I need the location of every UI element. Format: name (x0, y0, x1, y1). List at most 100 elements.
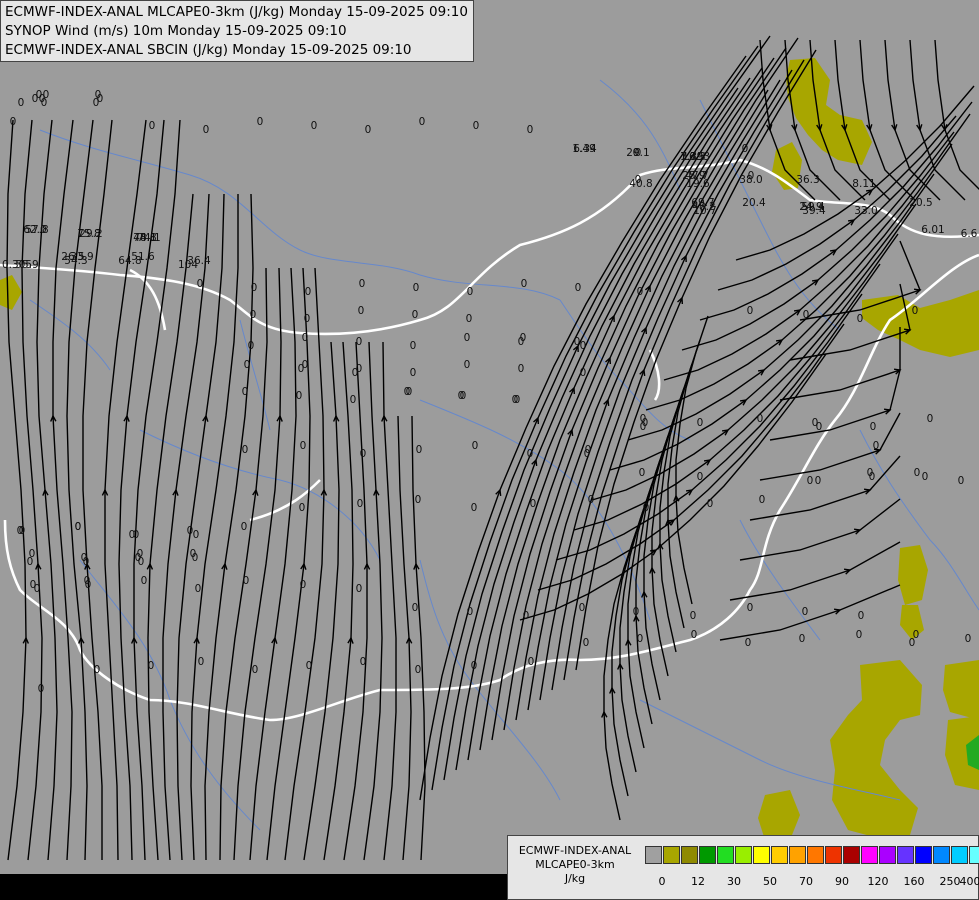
value-label: 0 (413, 282, 420, 294)
value-label: 0 (75, 521, 82, 533)
value-label: 0 (530, 498, 537, 510)
value-label: 0 (18, 97, 25, 109)
value-label: 0 (909, 637, 916, 649)
legend-swatch (879, 846, 896, 864)
legend-swatch (951, 846, 968, 864)
value-label: 0 (816, 421, 823, 433)
legend-tick: 400 (959, 875, 979, 888)
value-label: 0 (242, 444, 249, 456)
title-line-cape: ECMWF-INDEX-ANAL MLCAPE0-3km (J/kg) Mond… (5, 4, 468, 20)
legend-swatch (663, 846, 680, 864)
value-label: 0 (243, 575, 250, 587)
value-label: 0 (857, 313, 864, 325)
value-label: 0 (807, 475, 814, 487)
value-label: 0 (83, 556, 90, 568)
value-label: 0 (527, 448, 534, 460)
value-label: 0 (747, 602, 754, 614)
legend-swatch (735, 846, 752, 864)
value-label: 0 (471, 660, 478, 672)
value-label: 0 (198, 656, 205, 668)
value-label: 0 (803, 309, 810, 321)
value-label: 0 (912, 305, 919, 317)
value-label: 0 (584, 448, 591, 460)
value-label: 0 (244, 359, 251, 371)
value-label: 0 (250, 309, 257, 321)
value-label: 0 (745, 637, 752, 649)
value-label: 0 (410, 367, 417, 379)
value-label: 0 (141, 575, 148, 587)
value-label: 19.6 (686, 178, 710, 190)
value-label: 0 (639, 467, 646, 479)
value-label: 0 (300, 579, 307, 591)
value-label: 0 (356, 583, 363, 595)
legend-tick: 90 (835, 875, 849, 888)
legend-swatch (897, 846, 914, 864)
value-label: 0 (419, 116, 426, 128)
legend-swatch (861, 846, 878, 864)
value-label: 0.305 (2, 259, 32, 271)
value-label: 0 (575, 282, 582, 294)
value-label: 0 (588, 494, 595, 506)
value-label: 33.0 (854, 205, 877, 217)
legend-swatch (969, 846, 979, 864)
legend-tick: 30 (727, 875, 741, 888)
value-label: 0 (965, 633, 972, 645)
value-label: 0 (305, 286, 312, 298)
title-line-wind: SYNOP Wind (m/s) 10m Monday 15-09-2025 0… (5, 23, 347, 39)
value-label: 0 (759, 494, 766, 506)
value-label: 0 (251, 282, 258, 294)
value-label: 0 (193, 529, 200, 541)
legend-swatch (807, 846, 824, 864)
value-label: 0 (802, 606, 809, 618)
value-label: 0 (195, 583, 202, 595)
title-line-cin: ECMWF-INDEX-ANAL SBCIN (J/kg) Monday 15-… (5, 42, 412, 58)
legend-swatch (789, 846, 806, 864)
value-label: 20.5 (909, 197, 932, 209)
value-label: 0 (748, 170, 755, 182)
value-label: 0 (815, 475, 822, 487)
value-label: 0 (643, 502, 650, 514)
legend-line-2: MLCAPE0-3km (535, 858, 615, 871)
value-label: 0 (300, 440, 307, 452)
value-label: 0 (360, 448, 367, 460)
value-label: 0 (404, 386, 411, 398)
value-label: 6.01 (921, 224, 944, 236)
value-label: 0 (869, 471, 876, 483)
value-label: 0 (410, 340, 417, 352)
value-label: 0 (306, 660, 313, 672)
value-label: 0 (197, 278, 204, 290)
value-label: 0 (690, 610, 697, 622)
value-label: 0 (302, 332, 309, 344)
value-label: 0 (464, 332, 471, 344)
value-label: 0 (415, 494, 422, 506)
value-label: 0 (799, 633, 806, 645)
color-legend: ECMWF-INDEX-ANAL MLCAPE0-3km J/kg 0 12 30 5… (507, 835, 979, 900)
value-label: 0 (203, 124, 210, 136)
legend-tick: 0 (658, 875, 666, 888)
value-label: 0 (697, 417, 704, 429)
value-label: 0 (412, 309, 419, 321)
value-label: 0 (856, 629, 863, 641)
value-label: 0 (637, 633, 644, 645)
legend-swatch (933, 846, 950, 864)
value-label: 0 (19, 525, 26, 537)
value-label: 0 (296, 390, 303, 402)
value-label: 0 (707, 498, 714, 510)
value-label: 0 (129, 529, 136, 541)
value-label: 0 (93, 97, 100, 109)
legend-swatch (681, 846, 698, 864)
value-label: 0 (471, 502, 478, 514)
value-label: 0 (257, 116, 264, 128)
value-label: 0 (467, 286, 474, 298)
legend-swatch (717, 846, 734, 864)
value-label: 0 (527, 124, 534, 136)
value-label: 36.3 (796, 174, 819, 186)
value-label: 0 (580, 340, 587, 352)
value-label: 0 (248, 340, 255, 352)
value-label: 0 (528, 656, 535, 668)
value-label: 0 (352, 367, 359, 379)
value-label: 0 (523, 610, 530, 622)
legend-swatch (753, 846, 770, 864)
value-label: 40.8 (629, 178, 652, 190)
value-label: 0 (38, 683, 45, 695)
